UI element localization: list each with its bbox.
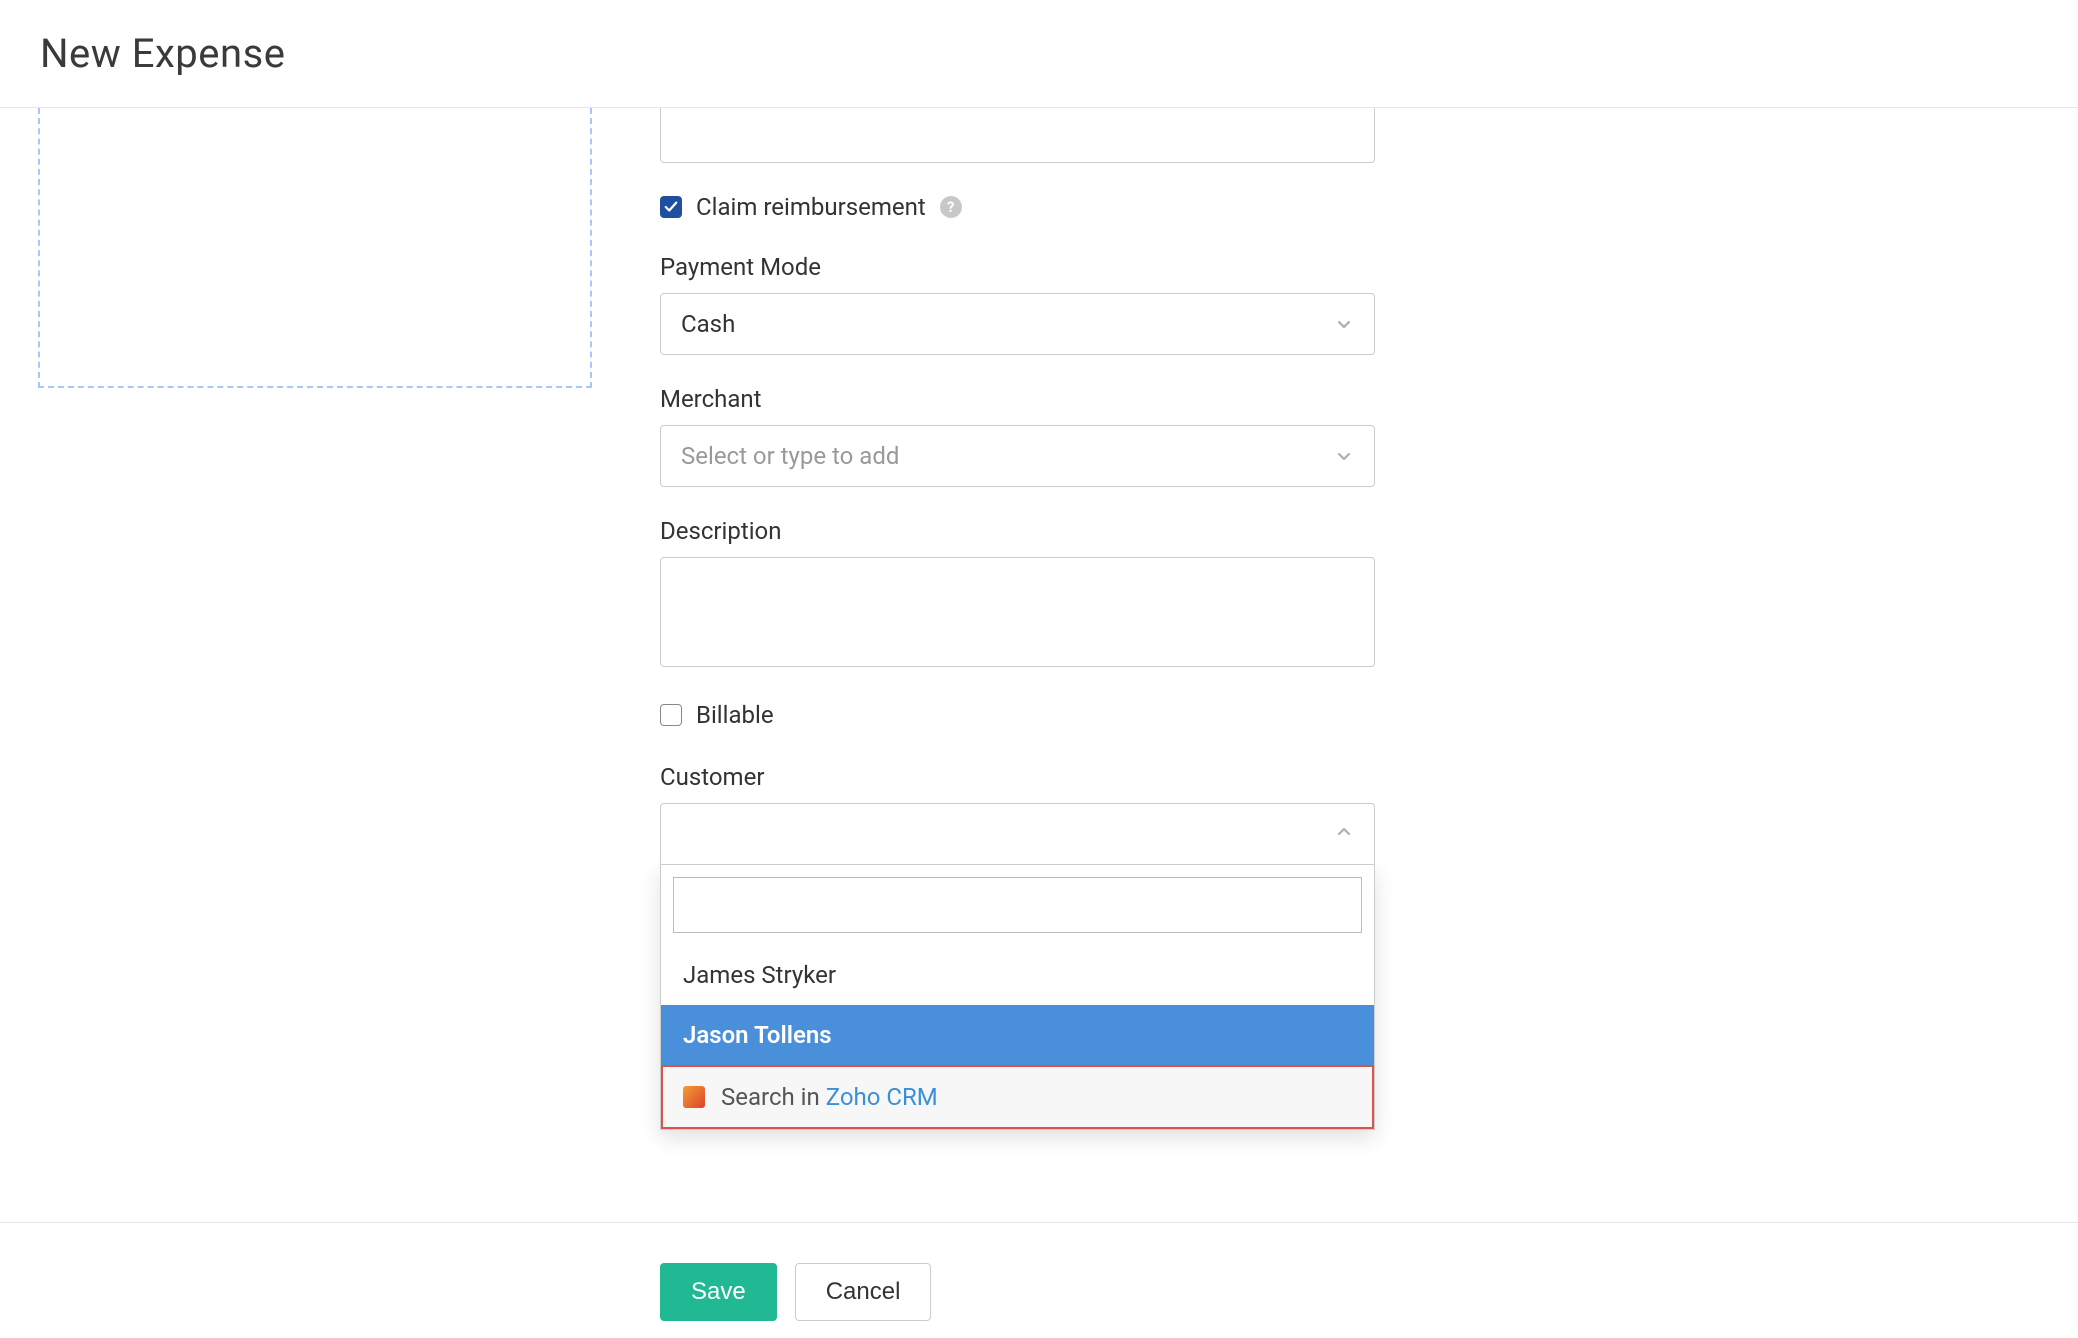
description-label: Description (660, 517, 1375, 545)
claim-reimbursement-label: Claim reimbursement (696, 193, 926, 221)
customer-label: Customer (660, 763, 1375, 791)
merchant-label: Merchant (660, 385, 1375, 413)
customer-search-input[interactable] (673, 877, 1362, 933)
customer-option[interactable]: Jason Tollens (661, 1005, 1374, 1065)
chevron-up-icon (1336, 824, 1352, 844)
chevron-down-icon (1336, 442, 1352, 470)
crm-search-prefix: Search in (721, 1083, 826, 1111)
payment-mode-value: Cash (681, 310, 735, 338)
save-button[interactable]: Save (660, 1263, 777, 1321)
search-zoho-crm-option[interactable]: Search in Zoho CRM (661, 1065, 1374, 1129)
customer-dropdown: James Stryker Jason Tollens Search in Zo… (660, 865, 1375, 1130)
crm-link-text: Zoho CRM (826, 1083, 938, 1111)
cancel-button[interactable]: Cancel (795, 1263, 932, 1321)
receipt-upload-dropzone[interactable] (38, 108, 592, 388)
chevron-down-icon (1336, 310, 1352, 338)
customer-option[interactable]: James Stryker (661, 945, 1374, 1005)
amount-field-partial[interactable] (660, 108, 1375, 163)
payment-mode-select[interactable]: Cash (660, 293, 1375, 355)
customer-select[interactable] (660, 803, 1375, 865)
zoho-crm-icon (683, 1086, 705, 1108)
help-icon[interactable]: ? (940, 196, 962, 218)
check-icon (664, 200, 678, 214)
billable-checkbox[interactable] (660, 704, 682, 726)
merchant-select[interactable]: Select or type to add (660, 425, 1375, 487)
payment-mode-label: Payment Mode (660, 253, 1375, 281)
claim-reimbursement-checkbox[interactable] (660, 196, 682, 218)
billable-label: Billable (696, 701, 774, 729)
description-textarea[interactable] (660, 557, 1375, 667)
merchant-placeholder: Select or type to add (681, 442, 899, 470)
page-title: New Expense (40, 30, 2038, 77)
